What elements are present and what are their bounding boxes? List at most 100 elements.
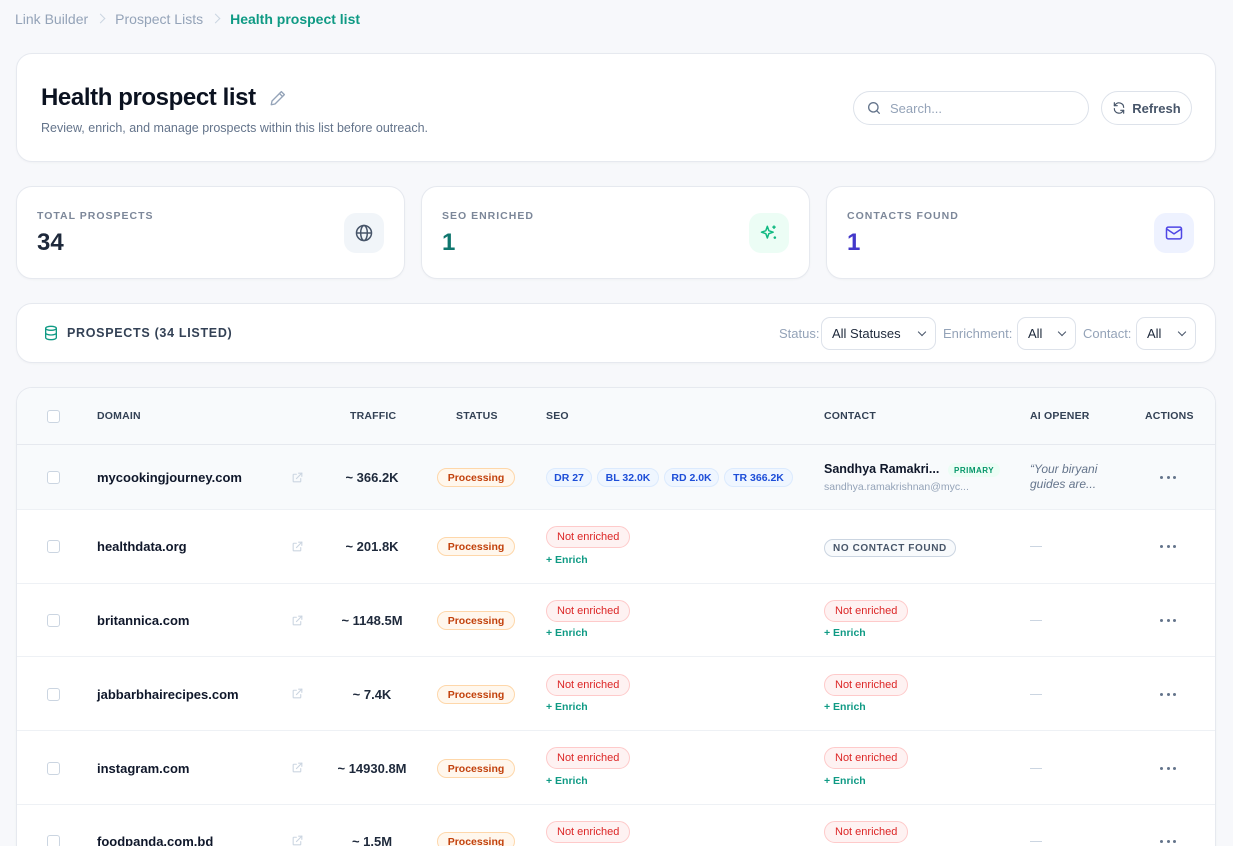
chevron-right-icon <box>210 13 221 24</box>
header-card: Health prospect list Review, enrich, and… <box>16 53 1216 162</box>
stat-value: 34 <box>37 229 64 256</box>
ai-opener-empty <box>1030 620 1042 621</box>
enrichment-filter-select[interactable]: All <box>1017 317 1076 350</box>
pencil-icon[interactable] <box>269 89 287 107</box>
search-box[interactable] <box>853 91 1089 125</box>
traffic-value: ~ 14930.8M <box>337 761 407 776</box>
external-link-icon[interactable] <box>291 761 304 774</box>
contact-not-enriched-badge: Not enriched <box>824 747 909 769</box>
column-header-traffic[interactable]: TRAFFIC <box>350 410 396 422</box>
refresh-button[interactable]: Refresh <box>1101 91 1192 125</box>
more-actions-button[interactable] <box>1160 836 1176 846</box>
refresh-label: Refresh <box>1132 100 1181 116</box>
traffic-value: ~ 7.4K <box>352 687 392 702</box>
sparkle-icon <box>749 213 789 253</box>
external-link-icon[interactable] <box>291 471 304 484</box>
more-actions-button[interactable] <box>1160 763 1176 773</box>
contact-enrich-button[interactable]: + Enrich <box>824 775 866 787</box>
chevron-down-icon <box>917 327 927 337</box>
table-row[interactable]: britannica.com ~ 1148.5M Processing Not … <box>17 584 1215 657</box>
domain-link[interactable]: jabbarbhairecipes.com <box>97 687 239 702</box>
stat-value: 1 <box>442 229 456 256</box>
select-all-checkbox[interactable] <box>47 410 60 423</box>
external-link-icon[interactable] <box>291 540 304 553</box>
stat-card-contacts-found: CONTACTS FOUND 1 <box>826 186 1215 279</box>
domain-link[interactable]: healthdata.org <box>97 539 187 554</box>
contact-filter-value: All <box>1147 326 1162 341</box>
table-row[interactable]: jabbarbhairecipes.com ~ 7.4K Processing … <box>17 657 1215 731</box>
page-title: Health prospect list <box>41 84 256 111</box>
row-checkbox[interactable] <box>47 762 60 775</box>
column-header-status[interactable]: STATUS <box>456 410 498 422</box>
refresh-icon <box>1114 102 1125 114</box>
primary-badge: PRIMARY <box>948 463 1001 477</box>
globe-icon <box>344 213 384 253</box>
table-row[interactable]: foodpanda.com.bd ~ 1.5M Processing Not e… <box>17 805 1215 846</box>
traffic-value: ~ 1.5M <box>351 834 393 846</box>
contact-email: sandhya.ramakrishnan@myc... <box>824 481 969 493</box>
breadcrumb-link-builder[interactable]: Link Builder <box>15 11 88 27</box>
column-header-seo: SEO <box>546 410 569 422</box>
chevron-down-icon <box>1177 327 1187 337</box>
search-icon <box>868 102 880 114</box>
row-checkbox[interactable] <box>47 688 60 701</box>
seo-not-enriched-badge: Not enriched <box>546 821 631 843</box>
column-header-ai-opener: AI OPENER <box>1030 410 1090 422</box>
status-badge: Processing <box>437 537 515 556</box>
row-checkbox[interactable] <box>47 471 60 484</box>
stat-value: 1 <box>847 229 861 256</box>
breadcrumb-prospect-lists[interactable]: Prospect Lists <box>115 11 203 27</box>
more-actions-button[interactable] <box>1160 615 1176 625</box>
row-checkbox[interactable] <box>47 614 60 627</box>
ai-opener-empty <box>1030 768 1042 769</box>
external-link-icon[interactable] <box>291 834 304 846</box>
seo-chip-tr: TR 366.2K <box>724 468 793 487</box>
contact-enrich-button[interactable]: + Enrich <box>824 627 866 639</box>
mail-icon <box>1154 213 1194 253</box>
seo-chip-rd: RD 2.0K <box>664 468 719 487</box>
page-subtitle: Review, enrich, and manage prospects wit… <box>41 121 429 135</box>
contact-filter-select[interactable]: All <box>1136 317 1196 350</box>
row-checkbox[interactable] <box>47 835 60 846</box>
seo-not-enriched-badge: Not enriched <box>546 747 631 769</box>
seo-enrich-button[interactable]: + Enrich <box>546 554 588 566</box>
domain-link[interactable]: instagram.com <box>97 761 189 776</box>
contact-enrich-button[interactable]: + Enrich <box>824 701 866 713</box>
stat-card-total-prospects: TOTAL PROSPECTS 34 <box>16 186 405 279</box>
filter-bar: PROSPECTS (34 LISTED) Status: All Status… <box>16 303 1216 363</box>
status-filter-select[interactable]: All Statuses <box>821 317 936 350</box>
chevron-right-icon <box>95 13 106 24</box>
seo-enrich-button[interactable]: + Enrich <box>546 775 588 787</box>
more-actions-button[interactable] <box>1160 541 1176 551</box>
status-badge: Processing <box>437 759 515 778</box>
column-header-contact: CONTACT <box>824 410 876 422</box>
traffic-value: ~ 201.8K <box>345 539 399 554</box>
seo-enrich-button[interactable]: + Enrich <box>546 627 588 639</box>
breadcrumb-current: Health prospect list <box>230 10 361 27</box>
external-link-icon[interactable] <box>291 687 304 700</box>
ai-opener-text: “Your biryani guides are... <box>1030 462 1098 491</box>
contact-not-enriched-badge: Not enriched <box>824 600 909 622</box>
stat-label: CONTACTS FOUND <box>847 210 959 222</box>
status-badge: Processing <box>437 611 515 630</box>
seo-chip-bl: BL 32.0K <box>597 468 659 487</box>
domain-link[interactable]: britannica.com <box>97 613 189 628</box>
ai-opener-empty <box>1030 546 1042 547</box>
search-input[interactable] <box>890 100 1070 116</box>
table-header: DOMAIN TRAFFIC STATUS SEO CONTACT AI OPE… <box>17 388 1215 445</box>
table-row[interactable]: mycookingjourney.com ~ 366.2K Processing… <box>17 445 1215 510</box>
traffic-value: ~ 366.2K <box>345 470 399 485</box>
column-header-domain[interactable]: DOMAIN <box>97 410 141 422</box>
more-actions-button[interactable] <box>1160 472 1176 482</box>
table-row[interactable]: healthdata.org ~ 201.8K Processing Not e… <box>17 510 1215 584</box>
domain-link[interactable]: mycookingjourney.com <box>97 470 242 485</box>
domain-link[interactable]: foodpanda.com.bd <box>97 834 213 846</box>
status-badge: Processing <box>437 685 515 704</box>
table-row[interactable]: instagram.com ~ 14930.8M Processing Not … <box>17 731 1215 805</box>
enrichment-filter-label: Enrichment: <box>943 326 1013 341</box>
seo-not-enriched-badge: Not enriched <box>546 600 631 622</box>
row-checkbox[interactable] <box>47 540 60 553</box>
more-actions-button[interactable] <box>1160 689 1176 699</box>
external-link-icon[interactable] <box>291 614 304 627</box>
seo-enrich-button[interactable]: + Enrich <box>546 701 588 713</box>
